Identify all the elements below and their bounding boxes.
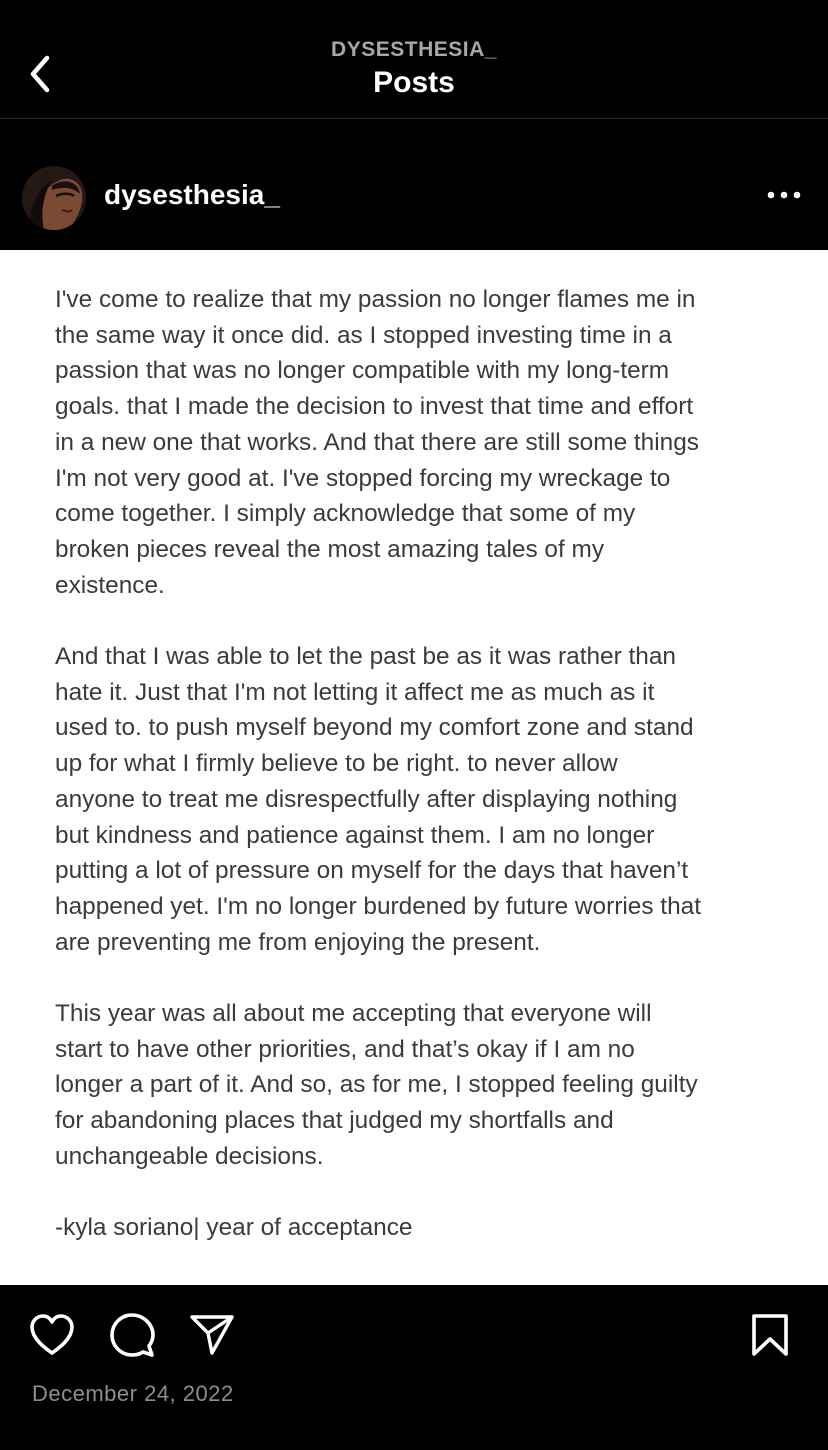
comment-button[interactable]	[107, 1310, 157, 1360]
more-horizontal-icon	[767, 191, 801, 199]
text-line: existence.	[55, 571, 165, 599]
text-line: longer a part of it. And so, as for me, …	[55, 1071, 698, 1099]
text-line: the same way it once did. as I stopped i…	[55, 321, 672, 349]
text-line: This year was all about me accepting tha…	[55, 1000, 652, 1028]
avatar-image	[22, 166, 86, 230]
heart-icon	[30, 1314, 74, 1355]
paragraph-1: I've come to realize that my passion no …	[55, 282, 795, 603]
share-button[interactable]	[187, 1310, 237, 1360]
text-line: unchangeable decisions.	[55, 1142, 324, 1170]
text-line: start to have other priorities, and that…	[55, 1035, 635, 1063]
text-line: up for what I firmly believe to be right…	[55, 750, 618, 778]
post-header: dysesthesia_	[0, 119, 828, 250]
page-title: Posts	[373, 66, 455, 99]
top-bar: DYSESTHESIA_ Posts	[0, 0, 828, 119]
text-line: are preventing me from enjoying the pres…	[55, 928, 541, 956]
like-button[interactable]	[27, 1310, 77, 1360]
save-button[interactable]	[745, 1310, 795, 1360]
text-line: for abandoning places that judged my sho…	[55, 1107, 614, 1135]
bookmark-icon	[752, 1314, 788, 1356]
text-line: I've come to realize that my passion no …	[55, 286, 696, 313]
text-line: come together. I simply acknowledge that…	[55, 500, 636, 528]
text-line: I'm not very good at. I've stopped forci…	[55, 464, 671, 492]
text-line: -kyla soriano| year of acceptance	[55, 1214, 413, 1242]
text-line: passion that was no longer compatible wi…	[55, 357, 670, 385]
attribution: -kyla soriano| year of acceptance	[55, 1210, 795, 1246]
send-icon	[190, 1315, 234, 1355]
text-line: broken pieces reveal the most amazing ta…	[55, 535, 605, 563]
paragraph-2: And that I was able to let the past be a…	[55, 639, 795, 960]
text-line: And that I was able to let the past be a…	[55, 643, 676, 671]
avatar[interactable]	[22, 166, 86, 230]
text-line: in a new one that works. And that there …	[55, 428, 699, 456]
paragraph-3: This year was all about me accepting tha…	[55, 996, 795, 1175]
text-line: goals. that I made the decision to inves…	[55, 393, 694, 421]
post-username[interactable]: dysesthesia_	[104, 179, 280, 211]
action-bar: December 24, 2022	[0, 1285, 828, 1450]
comment-icon	[110, 1313, 155, 1357]
post-text-content: I've come to realize that my passion no …	[55, 282, 795, 1282]
text-line: used to. to push myself beyond my comfor…	[55, 714, 694, 742]
text-line: hate it. Just that I'm not letting it af…	[55, 678, 655, 706]
text-line: putting a lot of pressure on myself for …	[55, 857, 689, 885]
post-date: December 24, 2022	[32, 1381, 234, 1406]
account-label: DYSESTHESIA_	[331, 38, 497, 61]
text-line: but kindness and patience against them. …	[55, 821, 655, 849]
text-line: happened yet. I'm no longer burdened by …	[55, 892, 701, 920]
text-line: anyone to treat me disrespectfully after…	[55, 785, 678, 813]
more-options-button[interactable]	[762, 179, 806, 211]
